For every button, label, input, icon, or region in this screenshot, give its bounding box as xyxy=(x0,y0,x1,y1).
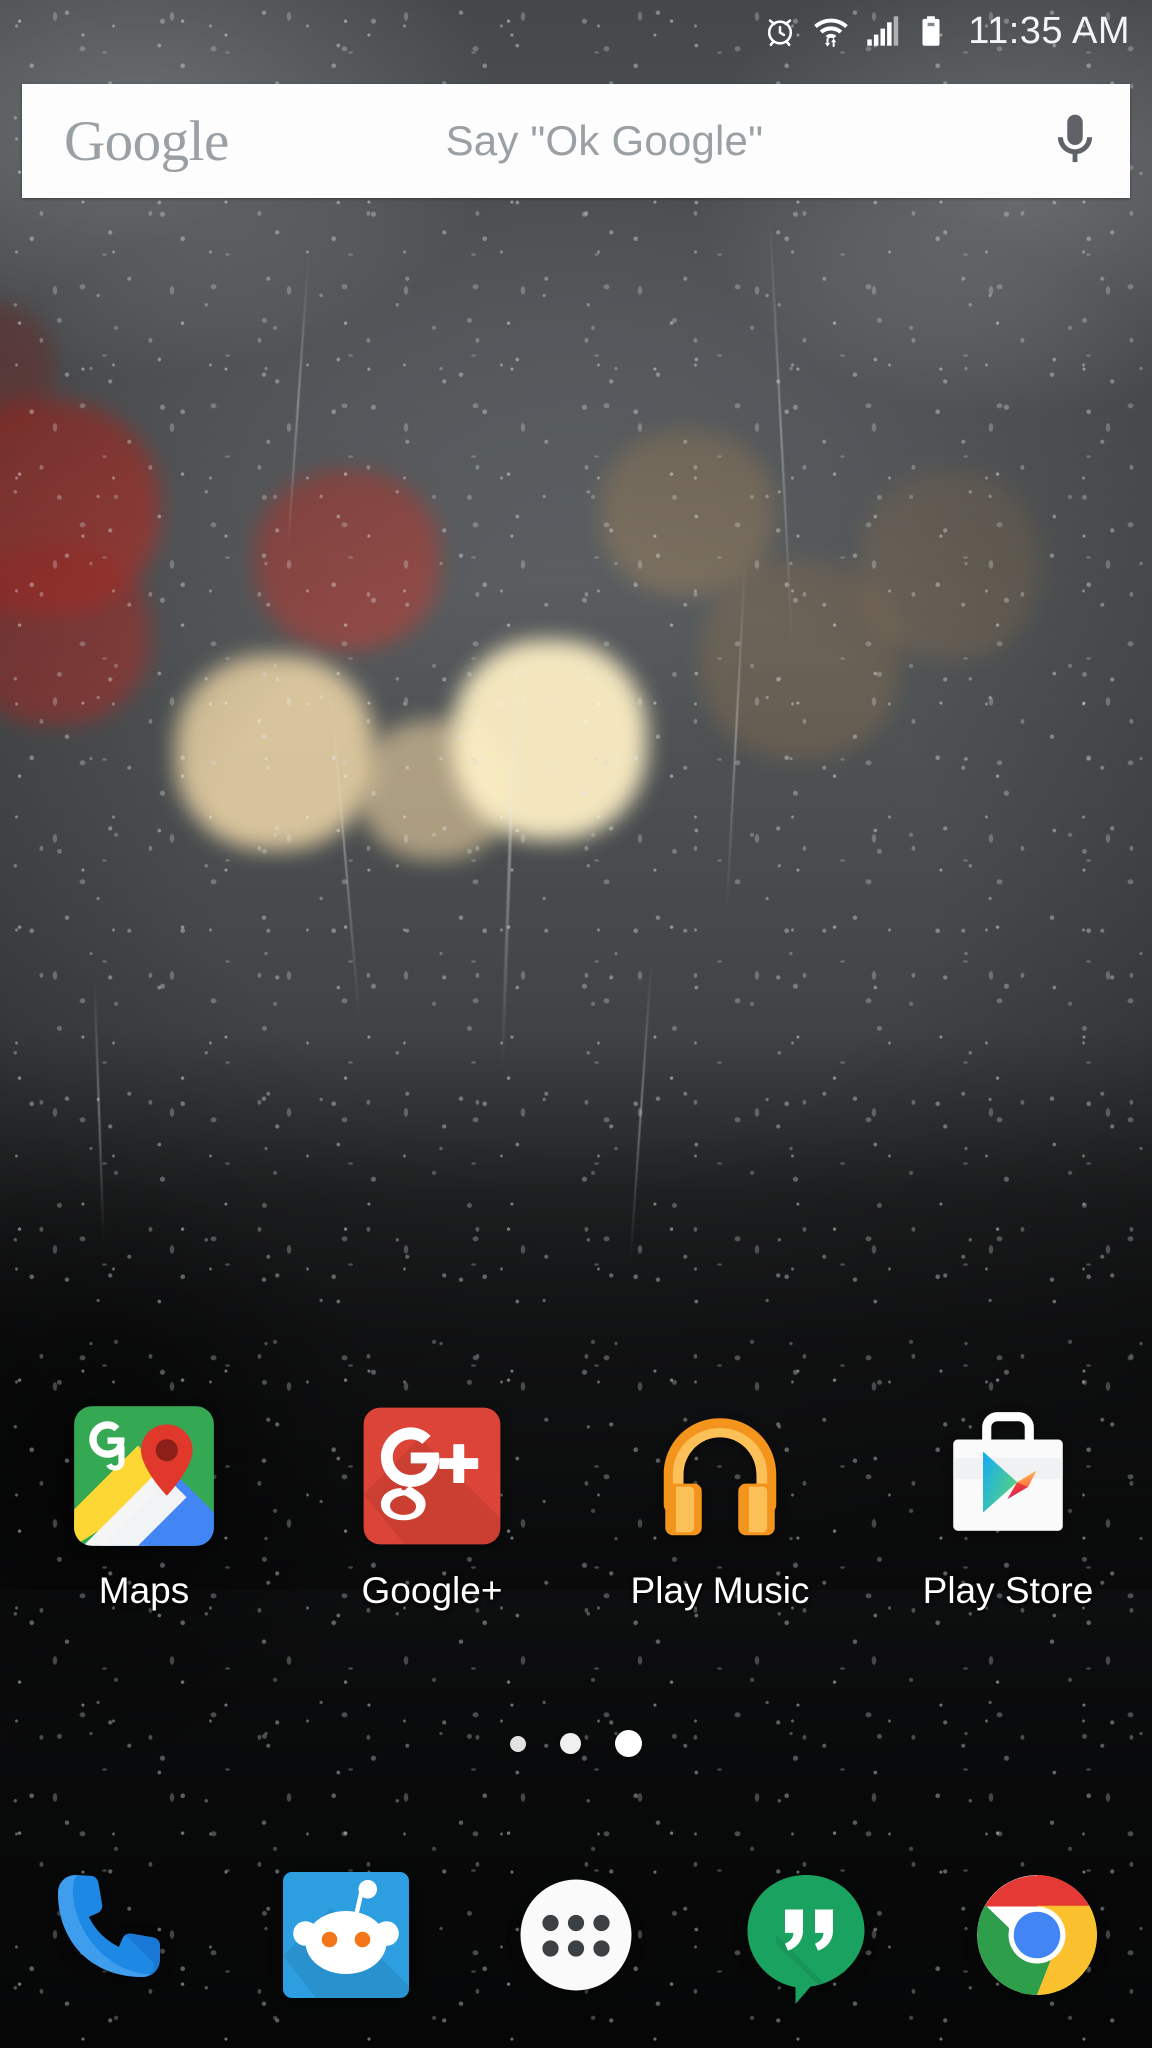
app-label: Play Music xyxy=(630,1570,810,1611)
app-item-maps[interactable]: Maps xyxy=(0,1400,288,1612)
hangouts-icon[interactable] xyxy=(731,1860,881,2010)
app-label: Maps xyxy=(98,1570,190,1611)
battery-icon xyxy=(922,16,940,46)
google-search-bar[interactable]: Google Say "Ok Google" xyxy=(22,84,1130,198)
app-item-play-music[interactable]: Play Music xyxy=(576,1400,864,1612)
page-indicator[interactable] xyxy=(0,1730,1152,1757)
status-bar-clock: 11:35 AM xyxy=(968,10,1130,52)
app-grid: Maps Google+ Play Music Play Store xyxy=(0,1400,1152,1612)
page-dot[interactable] xyxy=(510,1735,526,1752)
voice-search-button[interactable] xyxy=(1020,109,1130,173)
chrome-icon[interactable] xyxy=(962,1860,1112,2010)
dock-item-hangouts[interactable] xyxy=(691,1860,921,2010)
search-input-hint[interactable]: Say "Ok Google" xyxy=(189,117,1020,165)
phone-icon[interactable] xyxy=(40,1860,190,2010)
app-label: Play Store xyxy=(922,1570,1094,1611)
dock xyxy=(0,1860,1152,2010)
wifi-icon xyxy=(814,18,849,47)
page-dot[interactable] xyxy=(560,1733,581,1754)
google-play-store-icon[interactable] xyxy=(932,1400,1084,1552)
google-maps-icon[interactable] xyxy=(68,1400,220,1552)
reddit-icon[interactable] xyxy=(271,1860,421,2010)
dock-item-chrome[interactable] xyxy=(922,1860,1152,2010)
app-item-play-store[interactable]: Play Store xyxy=(864,1400,1152,1612)
dock-item-app-drawer[interactable] xyxy=(461,1860,691,2010)
status-bar[interactable]: 11:35 AM xyxy=(0,0,1152,62)
alarm-icon xyxy=(768,19,793,47)
google-plus-icon[interactable] xyxy=(356,1400,508,1552)
cellular-signal-icon xyxy=(867,16,899,46)
page-dot-active[interactable] xyxy=(615,1730,642,1757)
dock-item-phone[interactable] xyxy=(0,1860,230,2010)
dock-item-reddit[interactable] xyxy=(230,1860,460,2010)
android-home-screen: 11:35 AM Google Say "Ok Google" Maps Goo… xyxy=(0,0,1152,2048)
microphone-icon xyxy=(1057,114,1093,163)
google-play-music-icon[interactable] xyxy=(644,1400,796,1552)
app-item-google-plus[interactable]: Google+ xyxy=(288,1400,576,1612)
app-drawer-icon[interactable] xyxy=(501,1860,651,2010)
app-label: Google+ xyxy=(361,1570,503,1611)
